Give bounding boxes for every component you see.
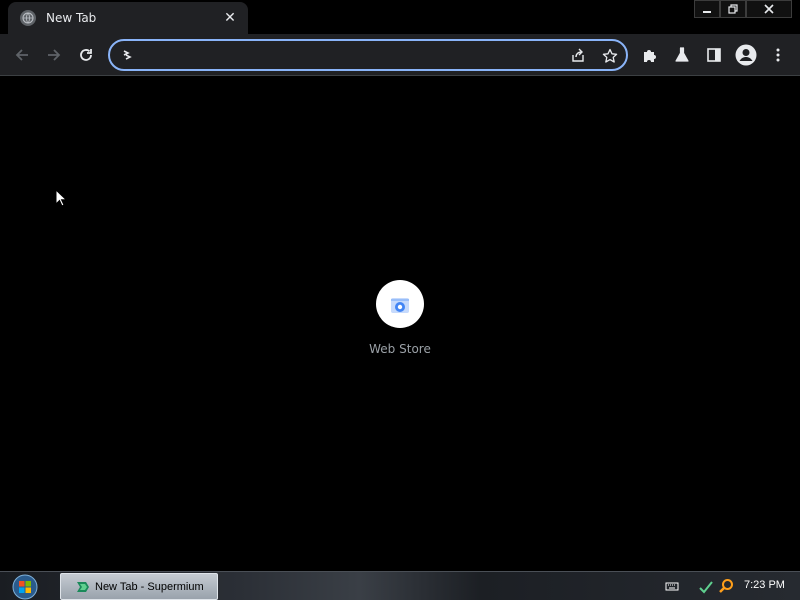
browser-toolbar [0,34,800,76]
search-icon[interactable] [718,578,734,594]
globe-icon [20,10,36,26]
share-icon[interactable] [568,46,588,66]
tab-title: New Tab [46,11,97,25]
site-info-icon[interactable] [120,47,136,63]
more-vert-icon[interactable] [766,43,790,67]
reload-icon[interactable] [73,42,99,68]
supermium-icon [75,579,91,595]
keyboard-icon[interactable] [664,578,680,594]
web-store-icon [376,280,424,328]
tab-strip: New Tab ✕ [0,0,800,34]
side-panel-icon[interactable] [702,43,726,67]
puzzle-icon[interactable] [638,43,662,67]
omnibox[interactable] [108,39,628,71]
taskbar-item-supermium[interactable]: New Tab - Supermium [60,573,218,600]
taskbar: New Tab - Supermium 7:23 PM [0,571,800,600]
arrow-back-icon[interactable] [9,42,35,68]
shortcut-label: Web Store [369,342,431,356]
flask-icon[interactable] [670,43,694,67]
new-tab-page: Web Store [0,77,800,571]
taskbar-item-label: New Tab - Supermium [95,580,204,593]
arrow-forward-icon[interactable] [41,42,67,68]
network-icon[interactable] [698,578,714,594]
star-icon[interactable] [600,46,620,66]
tab-close-icon[interactable]: ✕ [222,10,238,26]
omnibox-input[interactable] [144,46,564,64]
tab-new-tab[interactable]: New Tab ✕ [8,2,248,34]
restore-icon[interactable] [720,0,746,18]
mouse-cursor-icon [55,188,68,211]
minimize-icon[interactable] [694,0,720,18]
system-clock[interactable]: 7:23 PM [744,579,785,591]
windows-start-orb[interactable] [10,573,40,600]
avatar-icon[interactable] [734,43,758,67]
shortcut-web-store[interactable]: Web Store [360,280,440,370]
close-icon[interactable] [746,0,792,18]
window-controls [694,0,792,18]
